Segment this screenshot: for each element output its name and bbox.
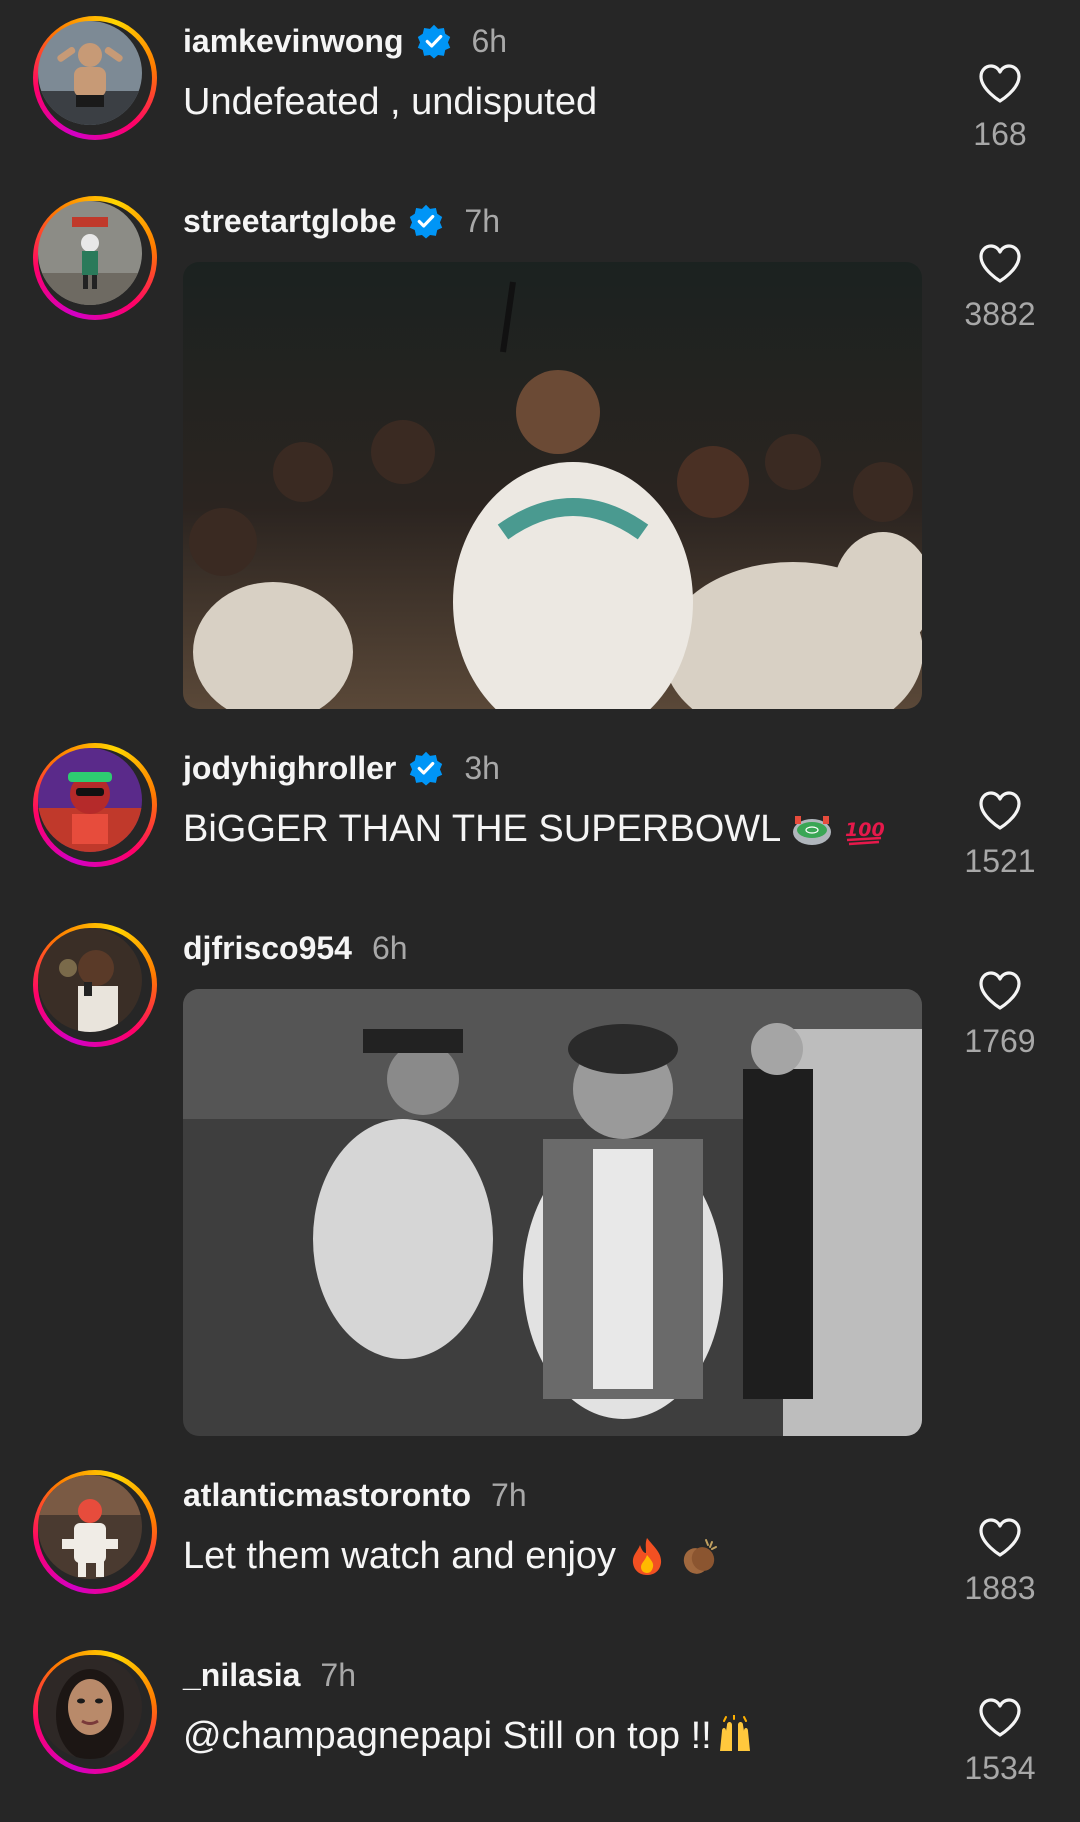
story-ring[interactable] — [33, 743, 157, 867]
story-ring[interactable] — [33, 1470, 157, 1594]
username[interactable]: djfrisco954 — [183, 930, 352, 967]
comment-text: Let them watch and enjoy — [183, 1532, 720, 1580]
username[interactable]: streetartglobe — [183, 203, 396, 240]
story-ring[interactable] — [33, 923, 157, 1047]
heart-icon[interactable] — [976, 1694, 1024, 1742]
clapping-hands-emoji — [678, 1535, 720, 1577]
like-count: 1769 — [964, 1023, 1036, 1059]
stadium-emoji — [791, 808, 833, 850]
avatar[interactable] — [38, 1655, 142, 1759]
timestamp: 7h — [320, 1656, 356, 1693]
verified-badge-icon — [408, 203, 444, 239]
timestamp: 7h — [491, 1476, 527, 1513]
comment-body: Let them watch and enjoy — [183, 1535, 617, 1577]
like-control: 168 — [955, 60, 1045, 153]
username[interactable]: _nilasia — [183, 1657, 300, 1694]
like-count: 1534 — [964, 1750, 1036, 1786]
gif-media[interactable] — [183, 989, 922, 1436]
username[interactable]: iamkevinwong — [183, 23, 404, 60]
like-count: 1883 — [964, 1570, 1036, 1606]
like-count: 168 — [973, 116, 1027, 152]
story-ring[interactable] — [33, 1650, 157, 1774]
heart-icon[interactable] — [976, 787, 1024, 835]
comment-text: @champagnepapi Still on top !! — [183, 1712, 756, 1760]
like-control: 3882 — [955, 240, 1045, 333]
avatar[interactable] — [38, 748, 142, 852]
avatar[interactable] — [38, 928, 142, 1032]
heart-icon[interactable] — [976, 60, 1024, 108]
story-ring[interactable] — [33, 16, 157, 140]
comment-body: @champagnepapi Still on top !! — [183, 1715, 712, 1757]
story-ring[interactable] — [33, 196, 157, 320]
verified-badge-icon — [416, 23, 452, 59]
timestamp: 7h — [464, 202, 500, 239]
comment-meta: djfrisco954 6h — [183, 928, 408, 968]
comment-text: Undefeated , undisputed — [183, 78, 597, 126]
comment-meta: atlanticmastoronto 7h — [183, 1475, 527, 1515]
fire-emoji — [626, 1535, 668, 1577]
like-control: 1883 — [955, 1514, 1045, 1607]
comment-meta: _nilasia 7h — [183, 1655, 356, 1695]
raising-hands-emoji — [714, 1715, 756, 1757]
avatar[interactable] — [38, 21, 142, 125]
avatar[interactable] — [38, 201, 142, 305]
heart-icon[interactable] — [976, 967, 1024, 1015]
like-count: 3882 — [964, 296, 1036, 332]
comment-body: BiGGER THAN THE SUPERBOWL — [183, 808, 782, 850]
verified-badge-icon — [408, 750, 444, 786]
comment-meta: iamkevinwong 6h — [183, 21, 507, 61]
timestamp: 6h — [471, 22, 508, 59]
hundred-points-emoji: 100 — [843, 808, 885, 850]
gif-media[interactable] — [183, 262, 922, 709]
heart-icon[interactable] — [976, 1514, 1024, 1562]
heart-icon[interactable] — [976, 240, 1024, 288]
comment-meta: streetartglobe 7h — [183, 201, 500, 241]
like-control: 1521 — [955, 787, 1045, 880]
username[interactable]: jodyhighroller — [183, 750, 396, 787]
timestamp: 3h — [464, 749, 500, 786]
avatar[interactable] — [38, 1475, 142, 1579]
like-count: 1521 — [964, 843, 1036, 879]
like-control: 1769 — [955, 967, 1045, 1060]
timestamp: 6h — [371, 929, 408, 966]
comment-meta: jodyhighroller 3h — [183, 748, 500, 788]
comment-body: Undefeated , undisputed — [183, 81, 598, 123]
like-control: 1534 — [955, 1694, 1045, 1787]
username[interactable]: atlanticmastoronto — [183, 1477, 471, 1514]
comment-text: BiGGER THAN THE SUPERBOWL 100 — [183, 805, 885, 853]
